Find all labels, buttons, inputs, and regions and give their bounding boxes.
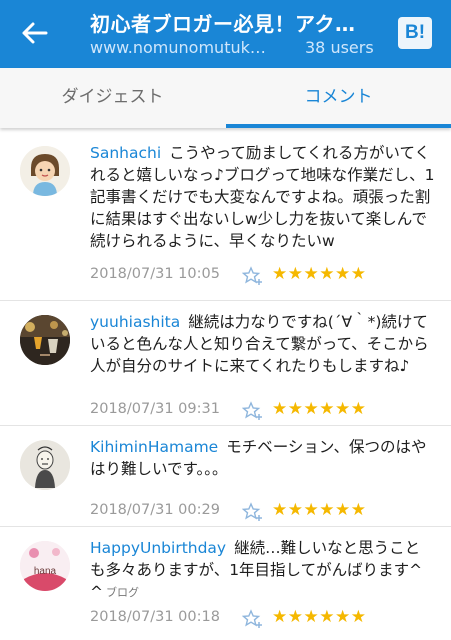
comment-username[interactable]: yuuhiashita [90, 313, 180, 331]
active-tab-indicator [226, 124, 451, 128]
star-rating: ★★★★★★ [272, 264, 367, 284]
comment-tag[interactable]: ブログ [106, 584, 139, 600]
page-title: 初心者ブロガー必見！アク… [90, 12, 356, 36]
comment-date: 2018/07/31 09:31 [90, 401, 220, 417]
comment-body: yuuhiashita 継続は力なりですね(´∀｀*)続けていると色んな人と知り合… [90, 311, 435, 377]
comment-date: 2018/07/31 10:05 [90, 266, 220, 282]
comment-date: 2018/07/31 00:18 [90, 609, 220, 625]
avatar[interactable] [20, 440, 70, 490]
star-plus-icon[interactable] [241, 609, 264, 629]
avatar[interactable] [20, 315, 70, 365]
comment-body: HappyUnbirthday 継続…難しいなと思うことも多々ありますが、1年目指… [90, 537, 435, 603]
star-rating: ★★★★★★ [272, 399, 367, 419]
avatar[interactable] [20, 146, 70, 196]
star-plus-icon[interactable] [241, 502, 264, 522]
comment-username[interactable]: HappyUnbirthday [90, 539, 226, 557]
comment-username[interactable]: Sanhachi [90, 144, 161, 162]
app-bar: 初心者ブロガー必見！アク… www.nomunomutuk… 38 users … [0, 0, 451, 68]
star-plus-icon[interactable] [241, 401, 264, 421]
comment-body: KihiminHamame モチベーション、保つのはやはり難しいです。。。 [90, 436, 435, 480]
back-arrow-icon[interactable] [18, 18, 52, 48]
star-plus-icon[interactable] [241, 266, 264, 286]
avatar-label: hana [34, 566, 57, 577]
comment-item: yuuhiashita 継続は力なりですね(´∀｀*)続けていると色んな人と知り合… [0, 301, 451, 426]
star-rating: ★★★★★★ [272, 607, 367, 627]
star-rating: ★★★★★★ [272, 500, 367, 520]
avatar[interactable]: hana [20, 541, 70, 591]
tab-bar: ダイジェスト コメント [0, 68, 451, 128]
comment-item: hana HappyUnbirthday 継続…難しいなと思うことも多々ありますが… [0, 527, 451, 640]
hatena-bookmark-icon[interactable]: B! [398, 17, 432, 49]
tab-comment[interactable]: コメント [226, 68, 451, 128]
comment-item: Sanhachi こうやって励ましてくれる方がいてくれると嬉しいなっ♪ブログって地… [0, 132, 451, 301]
users-count[interactable]: 38 users [305, 38, 374, 57]
tab-digest[interactable]: ダイジェスト [0, 68, 225, 128]
comment-username[interactable]: KihiminHamame [90, 438, 218, 456]
page-url[interactable]: www.nomunomutuk… [90, 38, 266, 57]
comment-body: Sanhachi こうやって励ましてくれる方がいてくれると嬉しいなっ♪ブログって地… [90, 142, 435, 252]
comment-date: 2018/07/31 00:29 [90, 502, 220, 518]
comment-item: KihiminHamame モチベーション、保つのはやはり難しいです。。。 201… [0, 426, 451, 527]
